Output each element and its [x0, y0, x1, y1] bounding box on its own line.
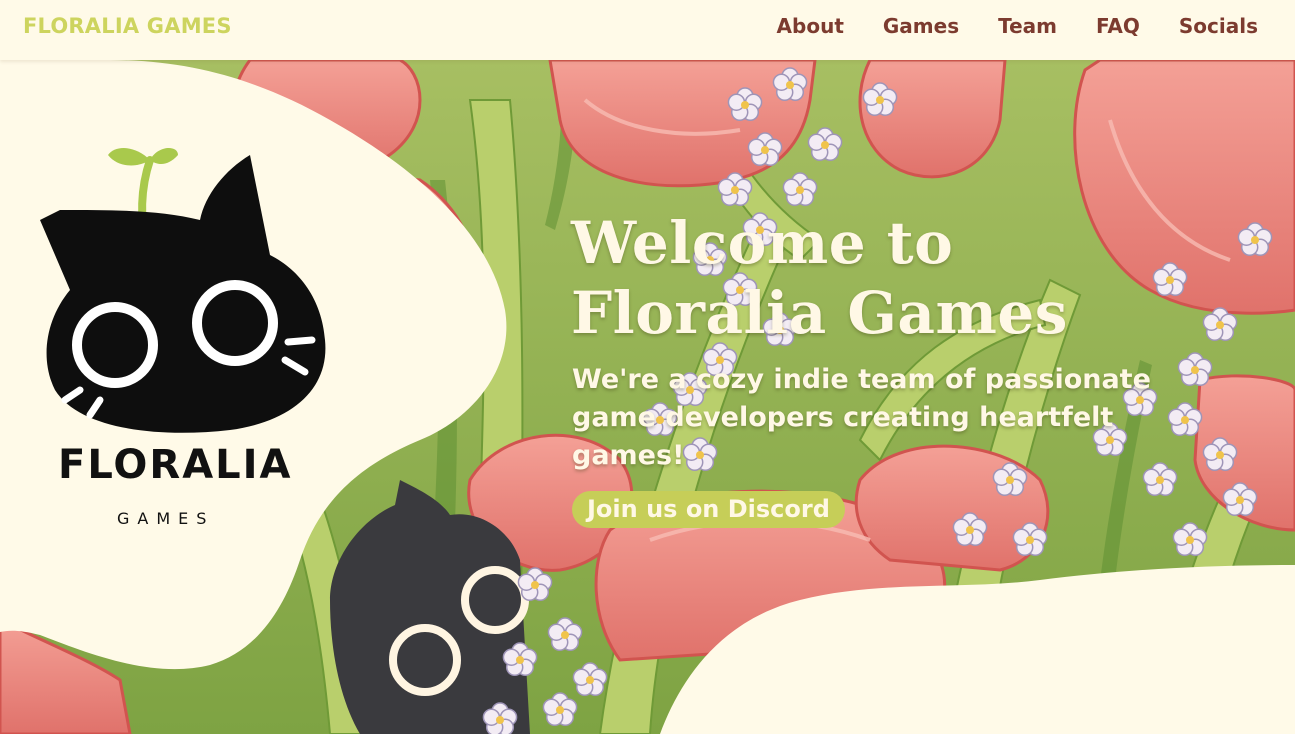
nav-games[interactable]: Games	[883, 14, 959, 38]
logo-wordmark: FLORALIA	[58, 442, 293, 488]
top-navbar: FLORALIA GAMES About Games Team FAQ Soci…	[0, 0, 1295, 60]
hero-section: FLORALIA GAMES Welcome to Floralia Games…	[0, 60, 1295, 734]
nav-socials[interactable]: Socials	[1179, 14, 1258, 38]
nav-team[interactable]: Team	[998, 14, 1057, 38]
logo-subtitle: GAMES	[117, 509, 215, 528]
headline-line-1: Welcome to	[571, 209, 954, 277]
main-nav: About Games Team FAQ Socials	[777, 14, 1258, 38]
nav-faq[interactable]: FAQ	[1096, 14, 1140, 38]
join-discord-button[interactable]: Join us on Discord	[572, 491, 845, 528]
hero-tagline: We're a cozy indie team of passionate ga…	[572, 364, 1151, 471]
nav-about[interactable]: About	[777, 14, 844, 38]
hero-headline: Welcome to Floralia Games	[571, 208, 1131, 348]
cat-logo-icon	[40, 148, 326, 433]
brand-name[interactable]: FLORALIA GAMES	[23, 14, 232, 38]
headline-line-2: Floralia Games	[571, 279, 1068, 347]
